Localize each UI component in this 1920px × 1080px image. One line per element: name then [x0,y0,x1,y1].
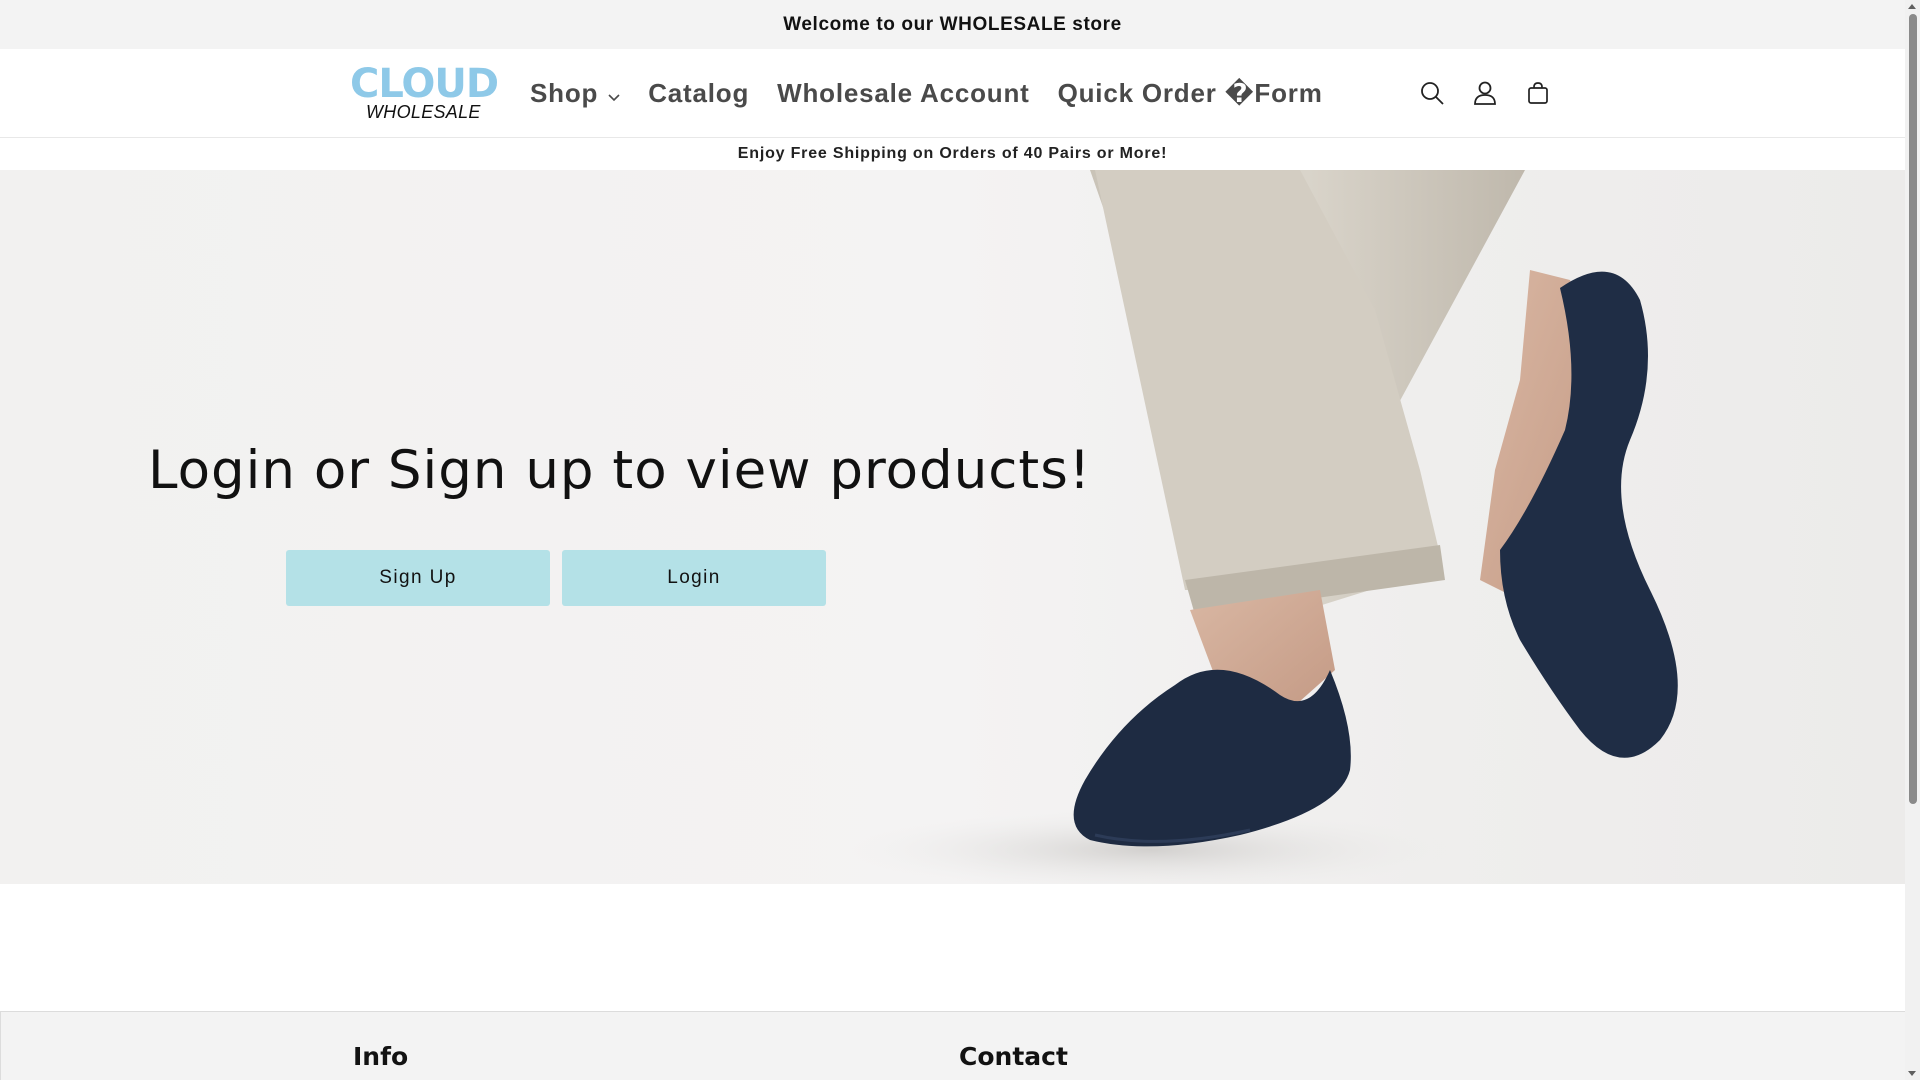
nav-quick-order-form-label: Quick Order �Form [1057,77,1323,108]
hero-title: Login or Sign up to view products! [148,440,1092,501]
footer-info-heading: Info [353,1042,409,1071]
nav-shop-label: Shop [530,77,599,108]
nav-shop[interactable]: Shop [530,78,620,109]
login-button[interactable]: Login [562,550,826,606]
scroll-down-arrow-icon[interactable] [1908,1071,1916,1076]
header-icons [1410,49,1569,137]
search-icon[interactable] [1410,71,1454,115]
sign-up-button[interactable]: Sign Up [286,550,550,606]
announcement-text: Welcome to our WHOLESALE store [783,13,1122,35]
hero-image [850,170,1678,884]
chevron-down-icon [608,78,620,109]
cart-icon[interactable] [1516,71,1560,115]
nav-wholesale-account[interactable]: Wholesale Account [777,78,1029,109]
site-header: CLOUD WHOLESALE Shop Catalog Wholesale A… [0,49,1905,138]
page-scrollbar[interactable] [1905,0,1920,1080]
shipping-banner-text: Enjoy Free Shipping on Orders of 40 Pair… [737,145,1168,162]
nav-catalog[interactable]: Catalog [648,78,749,109]
content-spacer [0,884,1905,1011]
shipping-banner: Enjoy Free Shipping on Orders of 40 Pair… [0,138,1905,170]
footer-contact-heading: Contact [959,1042,1068,1071]
site-footer: Info Contact [0,1011,1905,1080]
nav-wholesale-account-label: Wholesale Account [777,77,1030,108]
logo-wordmark-top: CLOUD [350,61,499,107]
scroll-up-arrow-icon[interactable] [1908,4,1916,9]
announcement-bar: Welcome to our WHOLESALE store [0,0,1905,49]
account-icon[interactable] [1463,71,1507,115]
main-nav: Shop Catalog Wholesale Account Quick Ord… [530,49,1351,137]
page: Welcome to our WHOLESALE store CLOUD WHO… [0,0,1905,1080]
hero-banner: Login or Sign up to view products! Sign … [0,170,1905,884]
scrollbar-thumb[interactable] [1909,14,1917,804]
logo-wordmark-bottom: WHOLESALE [366,102,481,122]
logo[interactable]: CLOUD WHOLESALE [350,61,499,122]
nav-catalog-label: Catalog [648,77,750,108]
nav-quick-order-form[interactable]: Quick Order �Form [1058,78,1323,109]
